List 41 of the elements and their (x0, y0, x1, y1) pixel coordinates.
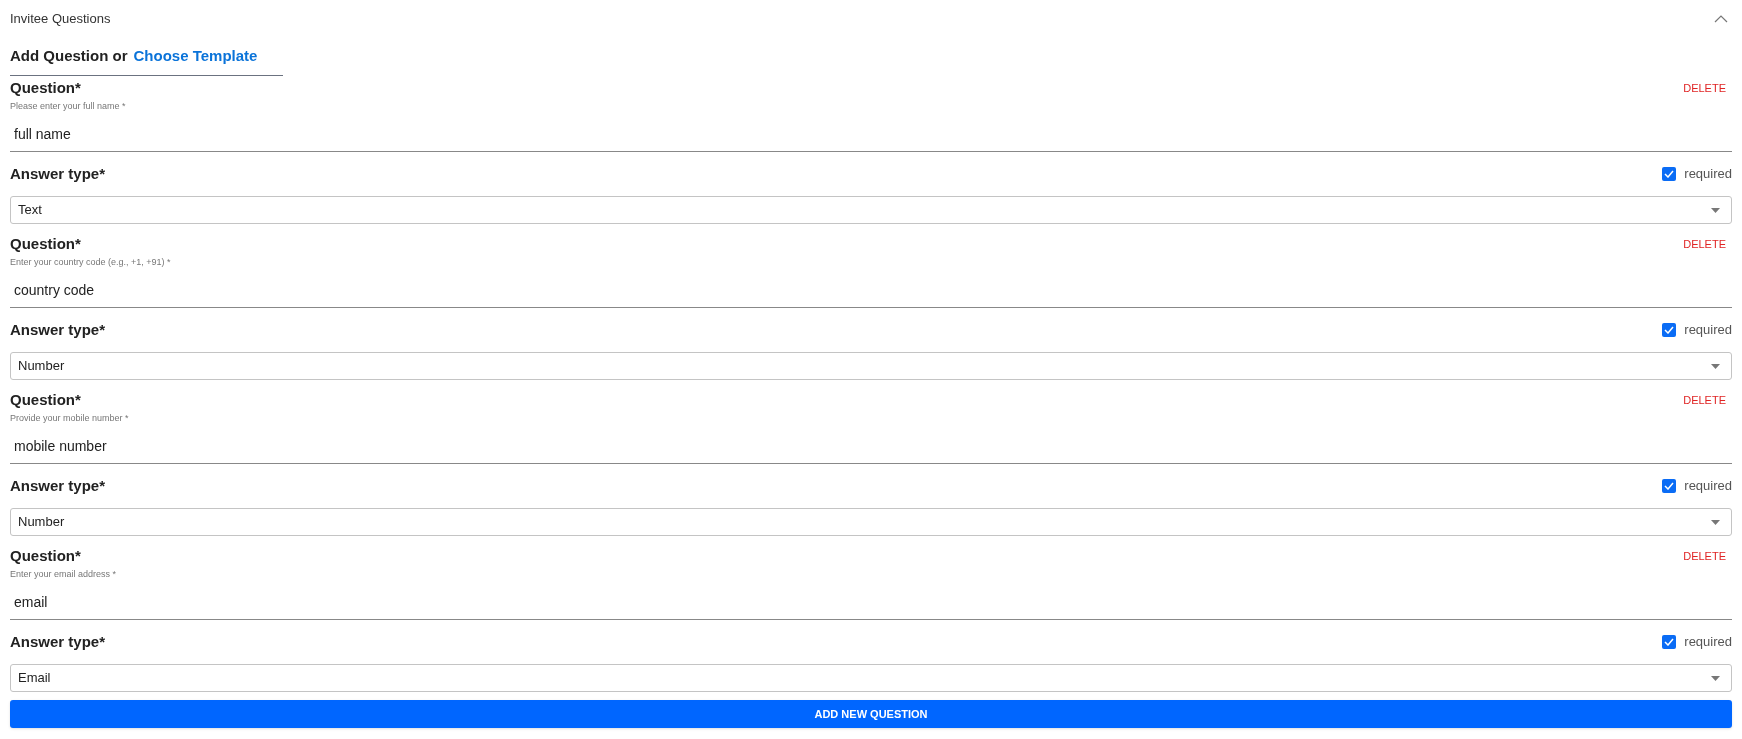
add-new-question-button[interactable]: ADD NEW QUESTION (10, 700, 1732, 728)
question-field[interactable]: full name (10, 116, 1732, 152)
choose-template-link[interactable]: Choose Template (133, 45, 258, 68)
delete-button[interactable]: DELETE (1683, 235, 1726, 253)
required-label: required (1684, 633, 1732, 652)
dropdown-arrow-icon (1711, 675, 1720, 681)
question-field[interactable]: mobile number (10, 428, 1732, 464)
chevron-icon[interactable] (1714, 15, 1728, 23)
delete-button[interactable]: DELETE (1683, 79, 1726, 97)
section-title: Invitee Questions (10, 10, 111, 29)
answer-type-select[interactable]: Email (10, 664, 1732, 692)
add-question-label: Add Question or (10, 46, 128, 67)
required-checkbox[interactable] (1662, 635, 1677, 649)
required-label: required (1684, 165, 1732, 184)
answer-type-label: Answer type* (10, 163, 106, 184)
dropdown-arrow-icon (1711, 363, 1720, 369)
answer-type-label: Answer type* (10, 631, 106, 652)
question-hint: Enter your email address * (10, 568, 118, 581)
question-field[interactable]: country code (10, 272, 1732, 308)
question-hint: Enter your country code (e.g., +1, +91) * (10, 256, 172, 269)
question-label: Question* (10, 389, 81, 410)
dropdown-arrow-icon (1711, 207, 1720, 213)
answer-type-label: Answer type* (10, 319, 106, 340)
question-label: Question* (10, 545, 81, 566)
answer-type-select[interactable]: Number (10, 352, 1732, 380)
delete-button[interactable]: DELETE (1683, 547, 1726, 565)
required-label: required (1684, 477, 1732, 496)
answer-type-select[interactable]: Text (10, 196, 1732, 224)
question-hint: Please enter your full name * (10, 100, 127, 113)
question-field[interactable]: email (10, 584, 1732, 620)
question-hint: Provide your mobile number * (10, 412, 130, 425)
question-label: Question* (10, 233, 81, 254)
required-label: required (1684, 321, 1732, 340)
answer-type-label: Answer type* (10, 475, 106, 496)
answer-type-select[interactable]: Number (10, 508, 1732, 536)
required-checkbox[interactable] (1662, 167, 1677, 181)
dropdown-arrow-icon (1711, 519, 1720, 525)
required-checkbox[interactable] (1662, 479, 1677, 493)
question-label: Question* (10, 77, 81, 98)
required-checkbox[interactable] (1662, 323, 1677, 337)
delete-button[interactable]: DELETE (1683, 391, 1726, 409)
